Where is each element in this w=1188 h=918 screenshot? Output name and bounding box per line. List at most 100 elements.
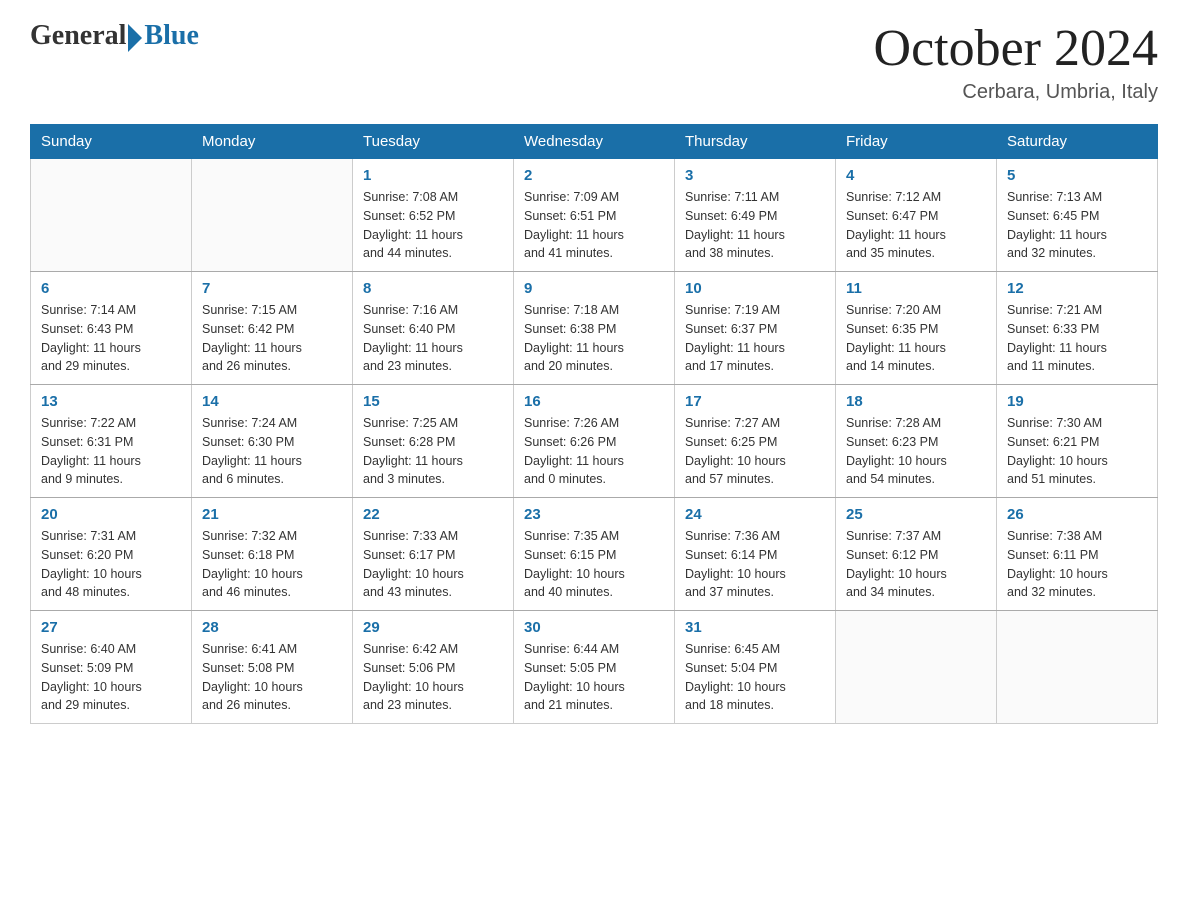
day-info: Sunrise: 7:30 AM Sunset: 6:21 PM Dayligh… [1007,414,1147,489]
month-title: October 2024 [874,20,1158,77]
calendar-cell: 8Sunrise: 7:16 AM Sunset: 6:40 PM Daylig… [353,272,514,385]
title-block: October 2024 Cerbara, Umbria, Italy [874,20,1158,104]
day-info: Sunrise: 7:15 AM Sunset: 6:42 PM Dayligh… [202,301,342,376]
day-info: Sunrise: 7:37 AM Sunset: 6:12 PM Dayligh… [846,527,986,602]
day-info: Sunrise: 7:21 AM Sunset: 6:33 PM Dayligh… [1007,301,1147,376]
day-info: Sunrise: 7:22 AM Sunset: 6:31 PM Dayligh… [41,414,181,489]
calendar-cell: 29 Sunrise: 6:42 AM Sunset: 5:06 PM Dayli… [353,611,514,724]
day-number: 24 [685,506,825,523]
day-info: Sunrise: 7:33 AM Sunset: 6:17 PM Dayligh… [363,527,503,602]
header-row: SundayMondayTuesdayWednesdayThursdayFrid… [31,125,1158,159]
day-info: Sunrise: 7:20 AM Sunset: 6:35 PM Dayligh… [846,301,986,376]
calendar-cell [192,159,353,272]
day-number: 13 [41,393,181,410]
calendar-cell: 13 Sunrise: 7:22 AM Sunset: 6:31 PM Dayli… [31,385,192,498]
day-info: Sunrise: 7:11 AM Sunset: 6:49 PM Dayligh… [685,188,825,263]
day-info: Sunrise: 7:24 AM Sunset: 6:30 PM Dayligh… [202,414,342,489]
day-number: 11 [846,280,986,297]
day-number: 15 [363,393,503,410]
day-number: 30 [524,619,664,636]
day-number: 20 [41,506,181,523]
calendar-body: 1Sunrise: 7:08 AM Sunset: 6:52 PM Daylig… [31,159,1158,724]
page-header: General Blue October 2024 Cerbara, Umbri… [30,20,1158,104]
calendar-cell: 28Sunrise: 6:41 AM Sunset: 5:08 PM Dayli… [192,611,353,724]
calendar-cell: 18 Sunrise: 7:28 AM Sunset: 6:23 PM Dayli… [836,385,997,498]
calendar-cell: 14 Sunrise: 7:24 AM Sunset: 6:30 PM Dayli… [192,385,353,498]
calendar-cell: 9Sunrise: 7:18 AM Sunset: 6:38 PM Daylig… [514,272,675,385]
day-number: 26 [1007,506,1147,523]
calendar-cell: 31 Sunrise: 6:45 AM Sunset: 5:04 PM Dayli… [675,611,836,724]
logo-triangle-icon [128,24,142,52]
day-number: 12 [1007,280,1147,297]
calendar-cell: 24 Sunrise: 7:36 AM Sunset: 6:14 PM Dayli… [675,498,836,611]
day-number: 6 [41,280,181,297]
day-info: Sunrise: 7:28 AM Sunset: 6:23 PM Dayligh… [846,414,986,489]
calendar-cell: 7 Sunrise: 7:15 AM Sunset: 6:42 PM Daylig… [192,272,353,385]
day-number: 23 [524,506,664,523]
column-header-sunday: Sunday [31,125,192,159]
day-number: 28 [202,619,342,636]
calendar-cell: 25 Sunrise: 7:37 AM Sunset: 6:12 PM Dayli… [836,498,997,611]
calendar-cell: 12 Sunrise: 7:21 AM Sunset: 6:33 PM Dayli… [997,272,1158,385]
calendar-cell: 10Sunrise: 7:19 AM Sunset: 6:37 PM Dayli… [675,272,836,385]
day-number: 21 [202,506,342,523]
calendar-cell [836,611,997,724]
calendar-cell: 6 Sunrise: 7:14 AM Sunset: 6:43 PM Daylig… [31,272,192,385]
calendar-cell: 17 Sunrise: 7:27 AM Sunset: 6:25 PM Dayli… [675,385,836,498]
calendar-header: SundayMondayTuesdayWednesdayThursdayFrid… [31,125,1158,159]
calendar-cell: 3 Sunrise: 7:11 AM Sunset: 6:49 PM Daylig… [675,159,836,272]
day-info: Sunrise: 7:32 AM Sunset: 6:18 PM Dayligh… [202,527,342,602]
day-number: 29 [363,619,503,636]
day-number: 4 [846,167,986,184]
day-info: Sunrise: 6:45 AM Sunset: 5:04 PM Dayligh… [685,640,825,715]
day-info: Sunrise: 7:08 AM Sunset: 6:52 PM Dayligh… [363,188,503,263]
calendar-cell: 11 Sunrise: 7:20 AM Sunset: 6:35 PM Dayli… [836,272,997,385]
location-text: Cerbara, Umbria, Italy [874,81,1158,104]
day-info: Sunrise: 7:36 AM Sunset: 6:14 PM Dayligh… [685,527,825,602]
calendar-cell: 5Sunrise: 7:13 AM Sunset: 6:45 PM Daylig… [997,159,1158,272]
week-row: 13 Sunrise: 7:22 AM Sunset: 6:31 PM Dayli… [31,385,1158,498]
day-number: 31 [685,619,825,636]
logo: General Blue [30,20,199,52]
calendar-cell: 16 Sunrise: 7:26 AM Sunset: 6:26 PM Dayli… [514,385,675,498]
column-header-monday: Monday [192,125,353,159]
day-number: 16 [524,393,664,410]
column-header-thursday: Thursday [675,125,836,159]
day-number: 14 [202,393,342,410]
day-info: Sunrise: 6:44 AM Sunset: 5:05 PM Dayligh… [524,640,664,715]
calendar-cell [997,611,1158,724]
calendar-cell: 23Sunrise: 7:35 AM Sunset: 6:15 PM Dayli… [514,498,675,611]
day-number: 5 [1007,167,1147,184]
day-info: Sunrise: 6:40 AM Sunset: 5:09 PM Dayligh… [41,640,181,715]
calendar-cell: 4 Sunrise: 7:12 AM Sunset: 6:47 PM Daylig… [836,159,997,272]
day-number: 25 [846,506,986,523]
day-info: Sunrise: 7:12 AM Sunset: 6:47 PM Dayligh… [846,188,986,263]
day-info: Sunrise: 7:38 AM Sunset: 6:11 PM Dayligh… [1007,527,1147,602]
calendar-table: SundayMondayTuesdayWednesdayThursdayFrid… [30,124,1158,724]
day-info: Sunrise: 6:42 AM Sunset: 5:06 PM Dayligh… [363,640,503,715]
calendar-cell: 20Sunrise: 7:31 AM Sunset: 6:20 PM Dayli… [31,498,192,611]
day-info: Sunrise: 7:27 AM Sunset: 6:25 PM Dayligh… [685,414,825,489]
day-number: 18 [846,393,986,410]
calendar-cell: 15Sunrise: 7:25 AM Sunset: 6:28 PM Dayli… [353,385,514,498]
logo-general-text: General [30,20,126,52]
day-info: Sunrise: 7:18 AM Sunset: 6:38 PM Dayligh… [524,301,664,376]
week-row: 27 Sunrise: 6:40 AM Sunset: 5:09 PM Dayli… [31,611,1158,724]
day-number: 7 [202,280,342,297]
calendar-cell: 26 Sunrise: 7:38 AM Sunset: 6:11 PM Dayli… [997,498,1158,611]
calendar-cell: 30 Sunrise: 6:44 AM Sunset: 5:05 PM Dayli… [514,611,675,724]
day-number: 17 [685,393,825,410]
day-number: 27 [41,619,181,636]
calendar-cell: 22 Sunrise: 7:33 AM Sunset: 6:17 PM Dayli… [353,498,514,611]
day-number: 3 [685,167,825,184]
column-header-wednesday: Wednesday [514,125,675,159]
day-info: Sunrise: 7:14 AM Sunset: 6:43 PM Dayligh… [41,301,181,376]
day-number: 19 [1007,393,1147,410]
calendar-cell: 1Sunrise: 7:08 AM Sunset: 6:52 PM Daylig… [353,159,514,272]
calendar-cell [31,159,192,272]
day-number: 8 [363,280,503,297]
day-number: 22 [363,506,503,523]
day-info: Sunrise: 7:26 AM Sunset: 6:26 PM Dayligh… [524,414,664,489]
calendar-cell: 27 Sunrise: 6:40 AM Sunset: 5:09 PM Dayli… [31,611,192,724]
calendar-cell: 19 Sunrise: 7:30 AM Sunset: 6:21 PM Dayli… [997,385,1158,498]
